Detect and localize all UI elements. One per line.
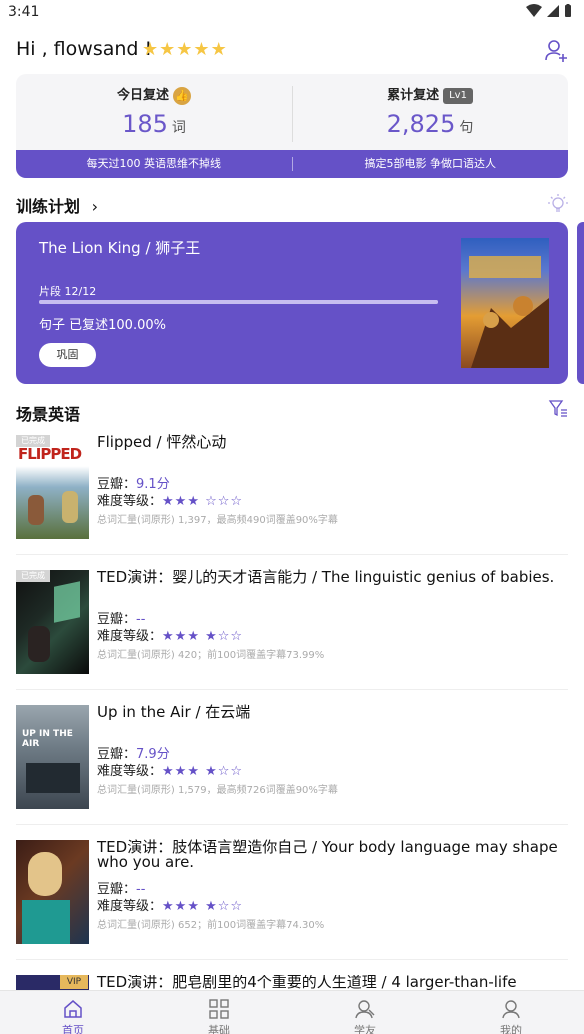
user-stars: ★ ★ ★ ★ ★ — [142, 38, 227, 62]
tab-label: 基础 — [208, 1024, 230, 1034]
star-icon: ★ — [193, 39, 210, 60]
filter-icon[interactable] — [548, 398, 568, 418]
completed-tag: 已完成 — [16, 570, 50, 582]
tab-basics[interactable]: 基础 — [146, 991, 292, 1034]
scene-item[interactable]: VIP TED演讲：肥皂剧里的4个重要的人生道理 / 4 larger-than… — [16, 975, 568, 990]
training-plan-title[interactable]: 训练计划 › — [16, 193, 98, 217]
ted-soap-opera-poster: VIP — [16, 975, 89, 990]
goal-right-text: 搞定5部电影 争做口语达人 — [364, 157, 497, 170]
star-icon: ★ — [176, 39, 193, 60]
chevron-right-icon: › — [91, 197, 98, 216]
today-review-value: 185 词 — [122, 110, 186, 138]
plan-movie-title: The Lion King / 狮子王 — [39, 239, 201, 257]
greeting-text: Hi , flowsand ! — [16, 38, 153, 60]
scene-item[interactable]: FLIPPED 已完成 Flipped / 怦然心动 豆瓣：9.1分 难度等级：… — [16, 435, 568, 547]
star-icon: ★ — [210, 39, 227, 60]
star-icon: ★ — [142, 39, 159, 60]
total-review-label: 累计复述 Lv1 — [292, 84, 568, 104]
home-icon — [64, 1000, 82, 1018]
list-divider — [16, 554, 568, 555]
list-divider — [16, 824, 568, 825]
next-card-peek — [577, 222, 584, 384]
signal-icon — [547, 5, 559, 17]
wifi-icon — [526, 4, 542, 17]
level-badge: Lv1 — [443, 87, 473, 104]
today-review-stat[interactable]: 今日复述 👍 185 词 — [16, 74, 292, 150]
plan-progress-bar — [39, 300, 438, 304]
scene-title: Up in the Air / 在云端 — [97, 703, 251, 721]
consolidate-button[interactable]: 巩固 — [39, 343, 96, 367]
thumbs-up-icon: 👍 — [173, 86, 191, 105]
friends-icon — [355, 1000, 375, 1019]
add-user-icon[interactable] — [544, 38, 568, 64]
ted-body-language-poster — [16, 840, 89, 944]
completed-tag: 已完成 — [16, 435, 50, 447]
difficulty-level: 难度等级：★★★ ★☆☆ — [97, 899, 244, 914]
vocab-meta: 总词汇量(词原形) 1,579，最高频726词覆盖90%字幕 — [97, 785, 338, 796]
grid-icon — [209, 999, 229, 1019]
vocab-meta: 总词汇量(词原形) 420；前100词覆盖字幕73.99% — [97, 650, 325, 661]
status-time: 3:41 — [8, 4, 40, 20]
today-review-label: 今日复述 👍 — [16, 84, 292, 105]
vip-badge: VIP — [60, 975, 88, 989]
difficulty-level: 难度等级：★★★ ☆☆☆ — [97, 494, 244, 509]
training-plan-card[interactable]: The Lion King / 狮子王 片段 12/12 句子 已复述100.0… — [16, 222, 568, 384]
scene-title: TED演讲：肥皂剧里的4个重要的人生道理 / 4 larger-than-lif… — [97, 975, 517, 990]
scene-english-title: 场景英语 — [16, 405, 81, 424]
plan-progress-fill — [39, 300, 438, 304]
total-review-value: 2,825 句 — [386, 110, 474, 138]
tab-me[interactable]: 我的 — [438, 991, 584, 1034]
status-icons — [526, 4, 572, 18]
tab-label: 首页 — [62, 1024, 84, 1034]
scene-item[interactable]: TED演讲：肢体语言塑造你自己 / Your body language may… — [16, 840, 568, 952]
scene-title: TED演讲：肢体语言塑造你自己 / Your body language may… — [97, 838, 558, 871]
tab-label: 我的 — [500, 1024, 522, 1034]
review-stats-card: 今日复述 👍 185 词 累计复述 Lv1 2,825 句 每天过100 英语思维不掉线… — [16, 74, 568, 178]
tab-friends[interactable]: 学友 — [292, 991, 438, 1034]
list-divider — [16, 959, 568, 960]
status-bar: 3:41 — [0, 0, 584, 26]
plan-segment: 片段 12/12 — [39, 285, 97, 298]
total-review-stat[interactable]: 累计复述 Lv1 2,825 句 — [292, 74, 568, 150]
lightbulb-icon[interactable] — [547, 193, 569, 215]
tab-home[interactable]: 首页 — [0, 991, 146, 1034]
goal-banner: 每天过100 英语思维不掉线 搞定5部电影 争做口语达人 — [16, 150, 568, 178]
difficulty-level: 难度等级：★★★ ★☆☆ — [97, 764, 244, 779]
vocab-meta: 总词汇量(词原形) 652；前100词覆盖字幕74.30% — [97, 920, 325, 931]
star-icon: ★ — [159, 39, 176, 60]
difficulty-level: 难度等级：★★★ ★☆☆ — [97, 629, 244, 644]
scene-title: TED演讲：婴儿的天才语言能力 / The linguistic genius … — [97, 568, 555, 586]
scene-item[interactable]: UP IN THE AIR Up in the Air / 在云端 豆瓣：7.9… — [16, 705, 568, 817]
up-in-the-air-poster: UP IN THE AIR — [16, 705, 89, 809]
plan-sentences-progress: 句子 已复述100.00% — [39, 318, 166, 333]
scene-item[interactable]: 已完成 TED演讲：婴儿的天才语言能力 / The linguistic gen… — [16, 570, 568, 682]
scene-title: Flipped / 怦然心动 — [97, 433, 227, 451]
list-divider — [16, 689, 568, 690]
flipped-poster: FLIPPED 已完成 — [16, 435, 89, 539]
goal-left-text: 每天过100 英语思维不掉线 — [86, 157, 222, 170]
user-icon — [502, 1000, 520, 1019]
header: Hi , flowsand ! ★ ★ ★ ★ ★ — [16, 38, 568, 64]
lion-king-poster — [461, 238, 549, 368]
bottom-tab-bar: 首页 基础 学友 我的 — [0, 990, 584, 1034]
ted-babies-poster: 已完成 — [16, 570, 89, 674]
battery-icon — [565, 4, 571, 17]
vocab-meta: 总词汇量(词原形) 1,397，最高频490词覆盖90%字幕 — [97, 515, 338, 526]
tab-label: 学友 — [354, 1024, 376, 1034]
